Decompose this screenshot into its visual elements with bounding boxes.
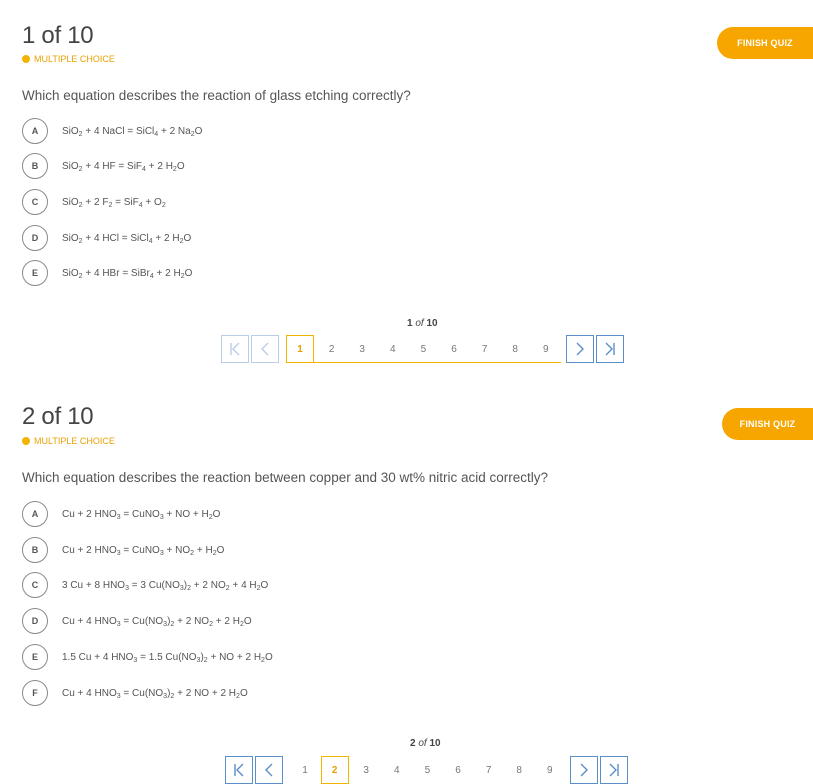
- page-number-8[interactable]: 8: [504, 756, 534, 784]
- type-dot-icon: [22, 437, 30, 445]
- pager-current: 1: [407, 318, 413, 329]
- pager-status: 2 of 10: [410, 738, 441, 749]
- option-text: Cu + 4 HNO3 = Cu(NO3)2 + 2 NO2 + 2 H2O: [62, 615, 252, 628]
- previous-page-icon: [265, 763, 273, 777]
- question-text: Which equation describes the reaction be…: [22, 470, 549, 485]
- option-text: 3 Cu + 8 HNO3 = 3 Cu(NO3)2 + 2 NO2 + 4 H…: [62, 579, 269, 592]
- option-text: Cu + 2 HNO3 = CuNO3 + NO + H2O: [62, 508, 221, 521]
- option-b[interactable]: B SiO2 + 4 HF = SiF4 + 2 H2O: [22, 152, 185, 180]
- option-d[interactable]: D SiO2 + 4 HCl = SiCl4 + 2 H2O: [22, 224, 191, 252]
- last-page-button[interactable]: [600, 756, 628, 784]
- next-page-icon: [580, 763, 588, 777]
- question-counter: 2 of 10: [22, 403, 94, 430]
- option-letter: F: [22, 680, 48, 706]
- option-b[interactable]: B Cu + 2 HNO3 = CuNO3 + NO2 + H2O: [22, 536, 224, 564]
- next-page-button[interactable]: [570, 756, 598, 784]
- option-letter: D: [22, 608, 48, 634]
- option-letter: C: [22, 572, 48, 598]
- pager-status: 1 of 10: [407, 318, 438, 329]
- page-number-3[interactable]: 3: [347, 335, 377, 363]
- pagination: 123456789: [225, 756, 630, 784]
- page-number-5[interactable]: 5: [412, 756, 442, 784]
- pagination: 123456789: [221, 335, 626, 363]
- option-text: 1.5 Cu + 4 HNO3 = 1.5 Cu(NO3)2 + NO + 2 …: [62, 651, 273, 664]
- question-type-label: MULTIPLE CHOICE: [22, 54, 115, 64]
- page-number-4[interactable]: 4: [378, 335, 408, 363]
- page-number-4[interactable]: 4: [382, 756, 412, 784]
- last-page-button[interactable]: [596, 335, 624, 363]
- option-letter: A: [22, 501, 48, 527]
- option-letter: C: [22, 189, 48, 215]
- option-d[interactable]: D Cu + 4 HNO3 = Cu(NO3)2 + 2 NO2 + 2 H2O: [22, 607, 252, 635]
- page-number-5[interactable]: 5: [408, 335, 438, 363]
- question-counter: 1 of 10: [22, 22, 94, 49]
- question-type-label: MULTIPLE CHOICE: [22, 436, 115, 446]
- page-number-3[interactable]: 3: [351, 756, 381, 784]
- first-page-button[interactable]: [225, 756, 253, 784]
- first-page-button[interactable]: [221, 335, 249, 363]
- pager-of: of: [418, 738, 427, 749]
- option-text: SiO2 + 4 HCl = SiCl4 + 2 H2O: [62, 232, 192, 245]
- next-page-button[interactable]: [566, 335, 594, 363]
- question-type-text: MULTIPLE CHOICE: [34, 436, 115, 446]
- option-f[interactable]: F Cu + 4 HNO3 = Cu(NO3)2 + 2 NO + 2 H2O: [22, 679, 248, 707]
- pager-current: 2: [410, 738, 416, 749]
- option-text: SiO2 + 4 NaCl = SiCl4 + 2 Na2O: [62, 125, 203, 138]
- type-dot-icon: [22, 55, 30, 63]
- option-e[interactable]: E SiO2 + 4 HBr = SiBr4 + 2 H2O: [22, 259, 192, 287]
- option-letter: B: [22, 537, 48, 563]
- option-letter: E: [22, 260, 48, 286]
- option-text: SiO2 + 4 HF = SiF4 + 2 H2O: [62, 160, 185, 173]
- option-text: SiO2 + 4 HBr = SiBr4 + 2 H2O: [62, 267, 193, 280]
- option-a[interactable]: A Cu + 2 HNO3 = CuNO3 + NO + H2O: [22, 500, 220, 528]
- pager-total: 10: [426, 318, 438, 329]
- last-page-icon: [609, 763, 619, 777]
- option-letter: D: [22, 225, 48, 251]
- page-number-6[interactable]: 6: [439, 335, 469, 363]
- question-text: Which equation describes the reaction of…: [22, 88, 411, 103]
- previous-page-button[interactable]: [251, 335, 279, 363]
- page-number-2[interactable]: 2: [317, 335, 347, 363]
- option-letter: A: [22, 118, 48, 144]
- last-page-icon: [605, 342, 615, 356]
- question-block-1: 1 of 10 MULTIPLE CHOICE FINISH QUIZ Whic…: [0, 0, 813, 380]
- option-c[interactable]: C SiO2 + 2 F2 = SiF4 + O2: [22, 188, 166, 216]
- page-number-7[interactable]: 7: [470, 335, 500, 363]
- next-page-icon: [576, 342, 584, 356]
- page-number-1[interactable]: 1: [286, 335, 314, 363]
- finish-quiz-button[interactable]: FINISH QUIZ: [717, 27, 813, 59]
- first-page-icon: [230, 342, 240, 356]
- page-number-9[interactable]: 9: [535, 756, 565, 784]
- question-type-text: MULTIPLE CHOICE: [34, 54, 115, 64]
- option-letter: E: [22, 644, 48, 670]
- option-text: Cu + 4 HNO3 = Cu(NO3)2 + 2 NO + 2 H2O: [62, 687, 248, 700]
- first-page-icon: [234, 763, 244, 777]
- page-number-7[interactable]: 7: [474, 756, 504, 784]
- option-c[interactable]: C 3 Cu + 8 HNO3 = 3 Cu(NO3)2 + 2 NO2 + 4…: [22, 571, 268, 599]
- page-number-8[interactable]: 8: [500, 335, 530, 363]
- question-block-2: 2 of 10 MULTIPLE CHOICE FINISH QUIZ Whic…: [0, 380, 813, 784]
- option-a[interactable]: A SiO2 + 4 NaCl = SiCl4 + 2 Na2O: [22, 117, 202, 145]
- page-number-9[interactable]: 9: [531, 335, 561, 363]
- pager-underline: [286, 362, 562, 363]
- option-text: Cu + 2 HNO3 = CuNO3 + NO2 + H2O: [62, 544, 225, 557]
- pager-of: of: [415, 318, 424, 329]
- finish-quiz-button[interactable]: FINISH QUIZ: [722, 408, 813, 440]
- option-letter: B: [22, 153, 48, 179]
- page-number-2[interactable]: 2: [320, 756, 349, 784]
- pager-total: 10: [429, 738, 441, 749]
- page-number-1[interactable]: 1: [290, 756, 320, 784]
- option-text: SiO2 + 2 F2 = SiF4 + O2: [62, 196, 166, 209]
- option-e[interactable]: E 1.5 Cu + 4 HNO3 = 1.5 Cu(NO3)2 + NO + …: [22, 643, 273, 671]
- previous-page-button[interactable]: [255, 756, 283, 784]
- page-number-6[interactable]: 6: [443, 756, 473, 784]
- previous-page-icon: [261, 342, 269, 356]
